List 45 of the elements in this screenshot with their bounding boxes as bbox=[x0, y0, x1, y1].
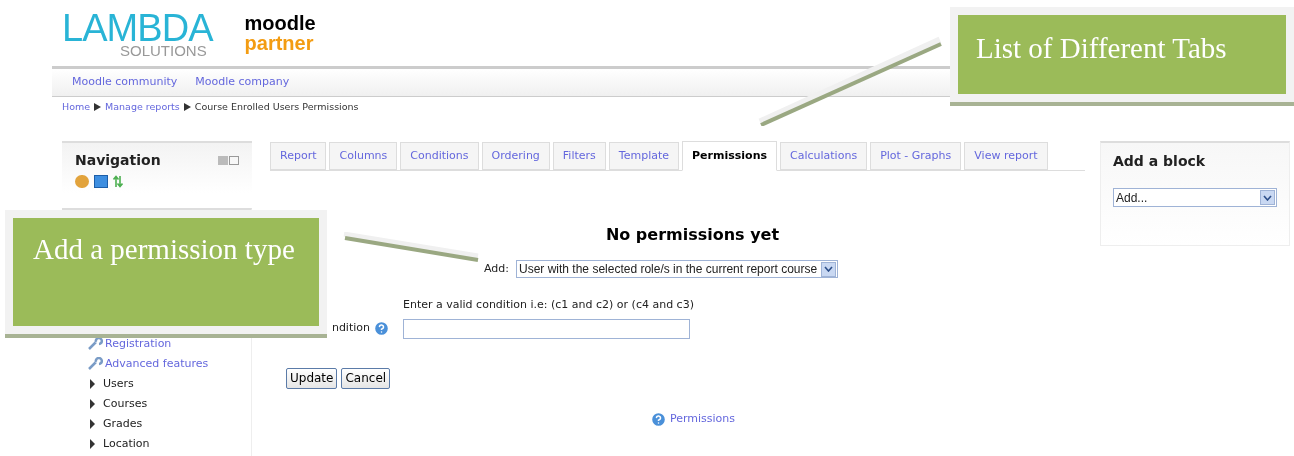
wrench-icon bbox=[87, 337, 103, 351]
help-icon bbox=[373, 319, 390, 337]
tab[interactable]: View report bbox=[964, 142, 1048, 170]
help-icon bbox=[649, 410, 667, 428]
lambda-logo: LAMBDA SOLUTIONS bbox=[62, 8, 213, 58]
form-button[interactable]: Update bbox=[286, 367, 338, 389]
tree-item[interactable]: Users bbox=[103, 375, 134, 393]
tab[interactable]: Report bbox=[270, 142, 327, 170]
tab[interactable]: Permissions bbox=[682, 141, 777, 171]
breadcrumb-link[interactable]: Home bbox=[62, 99, 91, 115]
admin-link[interactable]: Registration bbox=[105, 335, 172, 353]
help-link[interactable]: Permissions bbox=[669, 410, 736, 428]
moodle-partner-logo: moodle partner bbox=[244, 13, 316, 53]
breadcrumb-separator-icon bbox=[94, 103, 102, 111]
admin-link[interactable]: Advanced features bbox=[105, 355, 209, 373]
tab[interactable]: Conditions bbox=[400, 142, 479, 170]
tab[interactable]: Ordering bbox=[481, 142, 550, 170]
field-hint: Enter a valid condition i.e: (c1 and c2) or (c4 and c3) bbox=[403, 297, 694, 313]
block-controls-icon[interactable] bbox=[218, 156, 239, 165]
breadcrumb-separator-icon bbox=[183, 103, 191, 111]
tab[interactable]: Plot - Graphs bbox=[870, 142, 962, 170]
tab[interactable]: Template bbox=[608, 142, 680, 170]
tab[interactable]: Columns bbox=[329, 142, 398, 170]
breadcrumb-current: Course Enrolled Users Permissions bbox=[194, 99, 359, 114]
wrench-icon bbox=[87, 357, 103, 371]
permission-type-select[interactable]: User with the selected role/s in the current report course bbox=[516, 260, 839, 278]
tree-item[interactable]: Grades bbox=[103, 415, 143, 433]
menu-link[interactable]: Moodle community bbox=[72, 74, 178, 91]
menu-link[interactable]: Moodle company bbox=[195, 74, 290, 91]
page-heading: No permissions yet bbox=[605, 224, 780, 246]
tab[interactable]: Calculations bbox=[780, 142, 868, 170]
tree-item[interactable]: Courses bbox=[103, 395, 148, 413]
callout-text: Add a permission type bbox=[33, 233, 295, 265]
condition-input-field[interactable] bbox=[403, 318, 690, 339]
add-block-select[interactable]: Add... bbox=[1113, 188, 1277, 207]
block-title: Navigation bbox=[75, 151, 161, 170]
breadcrumb-link[interactable]: Manage reports bbox=[105, 99, 180, 115]
tab[interactable]: Filters bbox=[552, 142, 606, 170]
field-label: ndition bbox=[331, 320, 370, 336]
field-label: Add: bbox=[484, 260, 509, 277]
form-button[interactable]: Cancel bbox=[341, 367, 391, 389]
block-title: Add a block bbox=[1113, 152, 1207, 171]
sort-arrows-icon[interactable] bbox=[113, 175, 123, 188]
callout-text: List of Different Tabs bbox=[976, 32, 1227, 64]
tree-item[interactable]: Location bbox=[103, 435, 150, 453]
